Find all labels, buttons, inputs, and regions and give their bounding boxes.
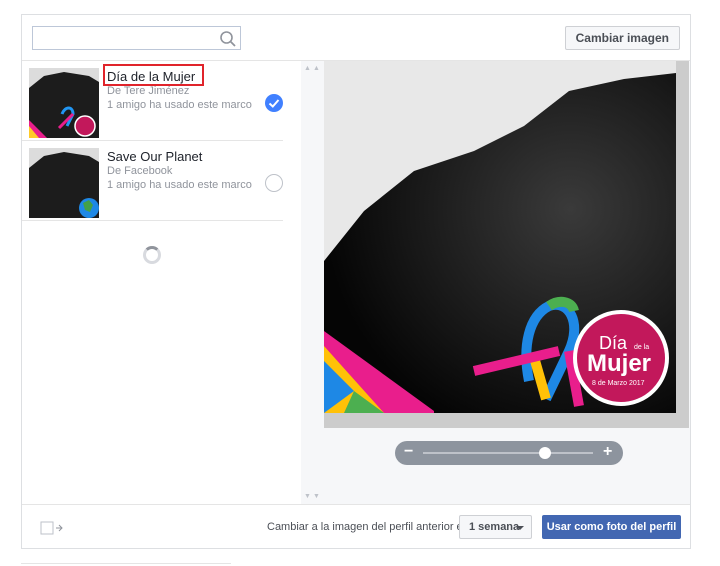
use-as-profile-photo-button[interactable]: Usar como foto del perfil [542,515,681,539]
change-image-button[interactable]: Cambiar imagen [564,26,680,50]
zoom-in-icon[interactable]: + [603,443,612,461]
frame-title: Save Our Planet [107,149,203,164]
divider [21,563,231,564]
loading-spinner-icon [143,246,161,264]
frame-usage: 1 amigo ha usado este marco [107,179,252,191]
frame-list: Día de la Mujer De Tere Jiménez 1 amigo … [22,61,301,504]
scroll-up-icon[interactable]: ▲ [304,65,311,73]
frame-item-dia-de-la-mujer[interactable]: Día de la Mujer De Tere Jiménez 1 amigo … [22,61,283,141]
scroll-down-icon[interactable]: ▼ [313,493,320,501]
unselected-check-icon[interactable] [265,174,283,192]
rotate-icon[interactable] [40,520,66,536]
frame-thumbnail [29,148,99,218]
frame-list-scrollbar[interactable]: ▲ ▲ ▼ ▼ [301,61,323,504]
dialog-header: Cambiar imagen [22,15,690,61]
profile-frame-dialog: Cambiar imagen Día de la Mujer De Tere J… [21,14,691,549]
preview-area: Día de la Mujer 8 de Marzo 2017 − + [323,61,690,504]
selected-check-icon[interactable] [265,94,283,112]
zoom-slider[interactable]: − + [395,441,623,465]
caret-down-icon [516,526,524,530]
dialog-footer: Cambiar a la imagen del perfil anterior … [22,504,690,548]
profile-preview-image[interactable]: Día de la Mujer 8 de Marzo 2017 [324,61,689,428]
scroll-down-icon[interactable]: ▼ [304,493,311,501]
zoom-handle[interactable] [539,447,552,459]
scroll-up-icon[interactable]: ▲ [313,65,320,73]
frame-title: Día de la Mujer [107,69,196,84]
frame-author: De Facebook [107,165,173,177]
frame-thumbnail [29,68,99,138]
duration-value: 1 semana [469,521,520,533]
search-icon[interactable] [219,30,237,48]
badge-text-mujer: Mujer [587,350,651,377]
zoom-out-icon[interactable]: − [404,443,413,461]
search-field[interactable] [33,27,213,49]
search-input[interactable] [32,26,241,50]
frame-usage: 1 amigo ha usado este marco [107,99,252,111]
badge-text-date: 8 de Marzo 2017 [592,380,645,387]
frame-item-save-our-planet[interactable]: Save Our Planet De Facebook 1 amigo ha u… [22,141,283,221]
duration-select[interactable]: 1 semana [459,515,532,539]
revert-label: Cambiar a la imagen del perfil anterior … [267,521,469,533]
zoom-track[interactable] [423,452,593,454]
frame-author: De Tere Jiménez [107,85,190,97]
